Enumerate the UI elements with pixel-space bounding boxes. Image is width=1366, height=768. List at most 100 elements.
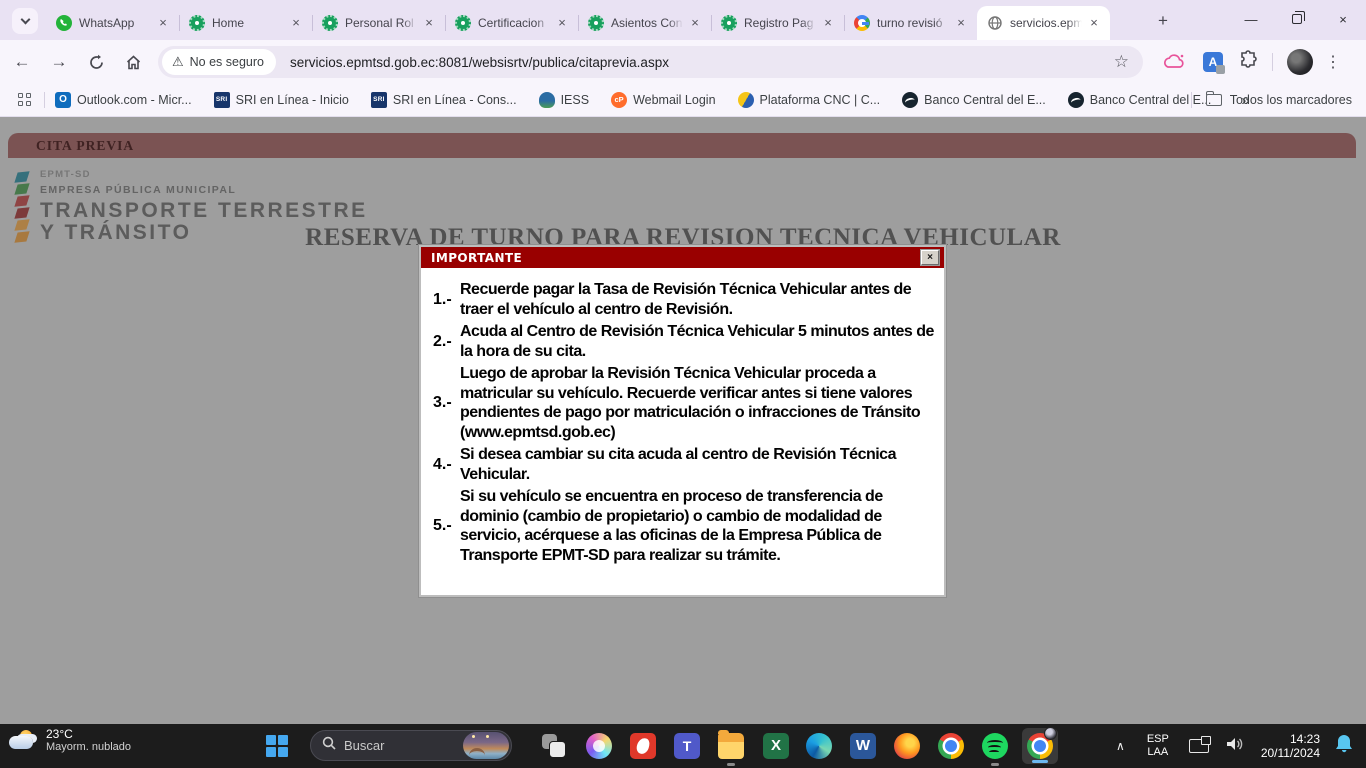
url-text[interactable]: servicios.epmtsd.gob.ec:8081/websisrtv/p… <box>290 55 1114 70</box>
edge-icon[interactable] <box>806 733 832 759</box>
teams-icon[interactable]: T <box>674 733 700 759</box>
tab-label: Asientos Con <box>611 16 683 30</box>
tab-close-icon[interactable]: × <box>155 15 171 31</box>
language-indicator[interactable]: ESP LAA <box>1147 733 1169 759</box>
bookmark-sri-consultas[interactable]: SRI SRI en Línea - Cons... <box>371 92 517 108</box>
start-button[interactable] <box>266 735 288 757</box>
chrome-icon[interactable] <box>938 733 964 759</box>
warning-icon: ⚠ <box>172 54 184 70</box>
tab-close-icon[interactable]: × <box>421 15 437 31</box>
list-item: 1.- Recuerde pagar la Tasa de Revisión T… <box>433 280 934 319</box>
tab-asientos[interactable]: Asientos Con × <box>578 6 711 40</box>
chevron-down-icon <box>20 15 30 25</box>
bookmark-webmail[interactable]: cP Webmail Login <box>611 92 715 108</box>
tab-close-icon[interactable]: × <box>554 15 570 31</box>
new-tab-button[interactable]: + <box>1152 10 1174 32</box>
clock[interactable]: 14:23 20/11/2024 <box>1261 732 1320 760</box>
back-button[interactable]: ← <box>7 47 37 77</box>
cloud-extension-icon[interactable] <box>1163 52 1187 72</box>
tab-registro[interactable]: Registro Pag × <box>711 6 844 40</box>
tab-close-icon[interactable]: × <box>687 15 703 31</box>
screen: WhatsApp × Home × Personal Rol × Certifi… <box>0 0 1366 768</box>
tab-close-icon[interactable]: × <box>1086 15 1102 31</box>
display-cast-icon[interactable] <box>1189 739 1209 753</box>
security-badge[interactable]: ⚠ No es seguro <box>162 49 276 75</box>
bookmark-label: Webmail Login <box>633 93 715 107</box>
modal-close-button[interactable]: × <box>921 250 939 265</box>
tab-label: Home <box>212 16 284 30</box>
bookmarks-separator <box>1191 92 1192 108</box>
tray-chevron-icon[interactable]: ∧ <box>1116 739 1125 753</box>
weather-icon <box>8 728 38 754</box>
list-item-text: Si desea cambiar su cita acuda al centro… <box>460 445 934 484</box>
tab-search-button[interactable] <box>12 8 38 34</box>
tab-close-icon[interactable]: × <box>820 15 836 31</box>
spotify-icon[interactable] <box>982 733 1008 759</box>
app-gear-icon <box>588 15 604 31</box>
home-button[interactable] <box>118 47 148 77</box>
bookmark-sri-inicio[interactable]: SRI SRI en Línea - Inicio <box>214 92 349 108</box>
taskbar-search[interactable]: Buscar <box>310 730 512 761</box>
bookmark-outlook[interactable]: O Outlook.com - Micr... <box>55 92 192 108</box>
logo-line3: TRANSPORTE TERRESTRE <box>40 200 368 222</box>
tab-label: servicios.epm <box>1010 16 1082 30</box>
cnc-icon <box>738 92 754 108</box>
tab-certificacion[interactable]: Certificacion × <box>445 6 578 40</box>
minimize-button[interactable]: — <box>1228 0 1274 38</box>
search-icon <box>322 736 336 755</box>
list-item: 2.- Acuda al Centro de Revisión Técnica … <box>433 322 934 361</box>
notification-bell-icon[interactable] <box>1334 733 1354 760</box>
firefox-icon[interactable] <box>894 733 920 759</box>
reload-button[interactable] <box>81 47 111 77</box>
search-highlight-image[interactable] <box>463 732 509 759</box>
browser-menu-icon[interactable]: ⋮ <box>1325 52 1341 72</box>
chrome-active-window-button[interactable] <box>1022 728 1058 764</box>
extensions-icon[interactable] <box>1239 50 1258 74</box>
apps-grid-icon[interactable] <box>18 93 32 107</box>
modal-header: IMPORTANTE × <box>421 247 944 268</box>
copilot-icon[interactable] <box>586 733 612 759</box>
tab-label: turno revisió <box>877 16 949 30</box>
tab-whatsapp[interactable]: WhatsApp × <box>46 6 179 40</box>
bookmark-cnc[interactable]: Plataforma CNC | C... <box>738 92 881 108</box>
bookmark-iess[interactable]: IESS <box>539 92 590 108</box>
globe-icon <box>987 15 1003 31</box>
tab-home[interactable]: Home × <box>179 6 312 40</box>
bookmark-banco-central-1[interactable]: Banco Central del E... <box>902 92 1046 108</box>
app-gear-icon <box>721 15 737 31</box>
running-indicator-dot <box>991 763 999 766</box>
cpanel-icon: cP <box>611 92 627 108</box>
page-header-bar: CITA PREVIA <box>8 133 1356 158</box>
bookmark-star-icon[interactable]: ☆ <box>1114 52 1129 72</box>
translate-icon[interactable]: A <box>1203 52 1223 72</box>
page-header-title: CITA PREVIA <box>36 138 134 154</box>
pdf-app-icon[interactable] <box>630 733 656 759</box>
forward-button[interactable]: → <box>44 47 74 77</box>
task-view-icon[interactable] <box>542 734 566 758</box>
folder-icon <box>1206 94 1222 106</box>
modal-title: IMPORTANTE <box>431 251 522 265</box>
restore-button[interactable] <box>1274 0 1320 38</box>
tab-servicios-active[interactable]: servicios.epm × <box>977 6 1110 40</box>
list-item-number: 3.- <box>433 394 460 412</box>
time: 14:23 <box>1261 732 1320 746</box>
profile-avatar[interactable] <box>1287 49 1313 75</box>
browser-toolbar: ← → ⚠ No es seguro servicios.epmtsd.gob.… <box>0 40 1366 84</box>
system-tray: ∧ ESP LAA 14:23 20/11/2024 <box>1116 724 1366 768</box>
word-icon[interactable]: W <box>850 733 876 759</box>
tab-close-icon[interactable]: × <box>953 15 969 31</box>
weather-widget[interactable]: 23°C Mayorm. nublado <box>8 727 131 754</box>
tab-turno-revision[interactable]: turno revisió × <box>844 6 977 40</box>
close-window-button[interactable]: × <box>1320 0 1366 38</box>
all-bookmarks-button[interactable]: Todos los marcadores <box>1179 92 1352 108</box>
address-bar[interactable]: ⚠ No es seguro servicios.epmtsd.gob.ec:8… <box>158 46 1143 78</box>
modal-body: 1.- Recuerde pagar la Tasa de Revisión T… <box>421 268 944 565</box>
list-item-text: Recuerde pagar la Tasa de Revisión Técni… <box>460 280 934 319</box>
tab-close-icon[interactable]: × <box>288 15 304 31</box>
window-controls: — × <box>1228 0 1366 38</box>
running-indicator-dot <box>727 763 735 766</box>
excel-icon[interactable]: X <box>763 733 789 759</box>
tab-personal-rol[interactable]: Personal Rol × <box>312 6 445 40</box>
file-explorer-icon[interactable] <box>718 733 744 759</box>
volume-icon[interactable] <box>1225 735 1245 758</box>
